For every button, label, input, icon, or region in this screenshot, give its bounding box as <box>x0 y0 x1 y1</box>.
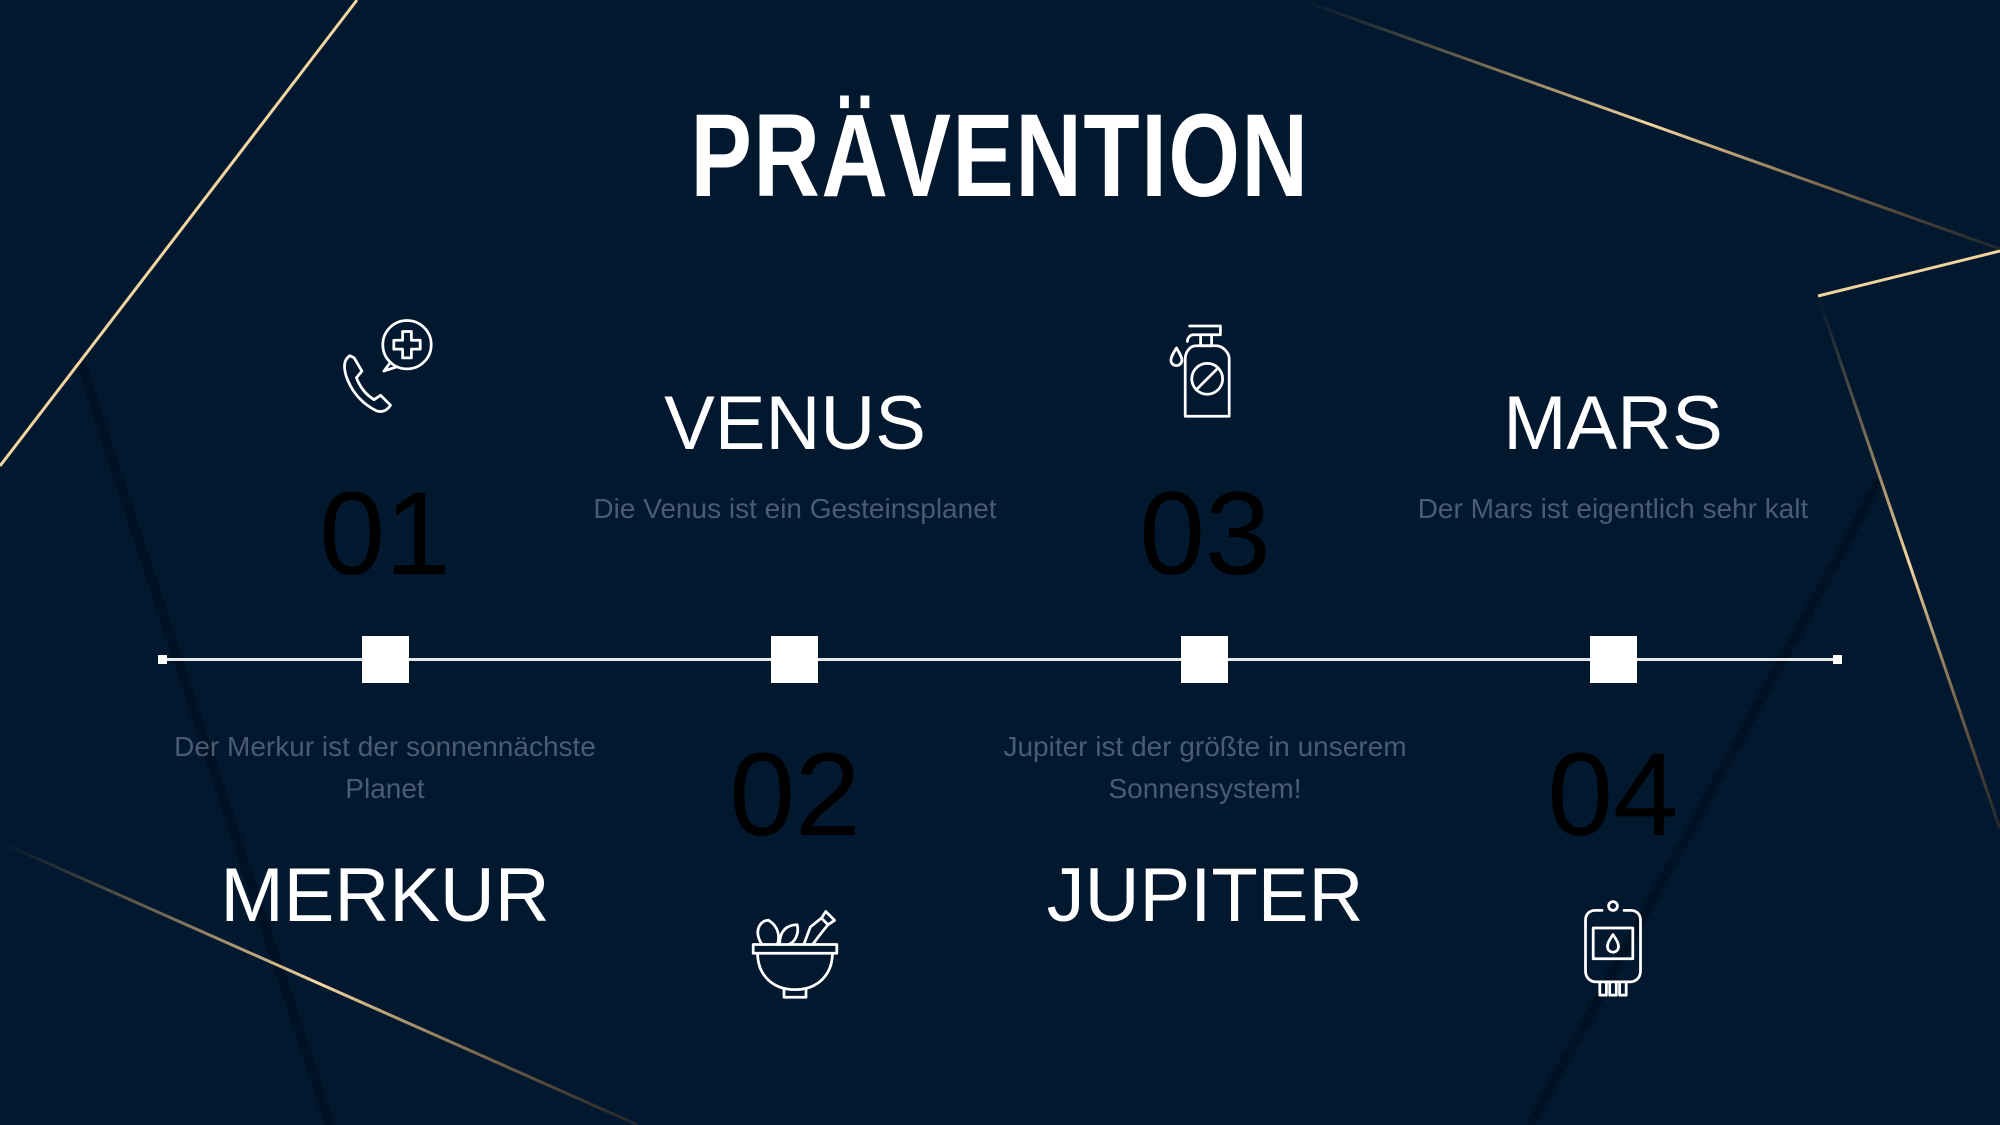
timeline-marker-1 <box>362 636 409 683</box>
mortar-herbs-icon <box>740 895 850 1005</box>
blood-bag-icon <box>1558 895 1668 1005</box>
item-title: MARS <box>1503 381 1723 466</box>
page-title: PRÄVENTION <box>690 90 1310 222</box>
item-title: VENUS <box>664 381 926 466</box>
timeline-start <box>158 655 167 664</box>
timeline-end <box>1833 655 1842 664</box>
item-description: Der Mars ist eigentlich sehr kalt <box>1417 493 1809 524</box>
item-number: 04 <box>1547 729 1679 861</box>
timeline-line <box>162 658 1837 661</box>
timeline-marker-4 <box>1590 636 1637 683</box>
sanitizer-bottle-icon <box>1150 315 1260 425</box>
item-title: MERKUR <box>220 853 550 938</box>
phone-medical-icon <box>330 315 440 425</box>
item-title: JUPITER <box>1046 853 1364 938</box>
gold-line <box>0 0 359 467</box>
timeline-marker-3 <box>1181 636 1228 683</box>
timeline-marker-2 <box>771 636 818 683</box>
gold-line <box>1817 249 2000 298</box>
